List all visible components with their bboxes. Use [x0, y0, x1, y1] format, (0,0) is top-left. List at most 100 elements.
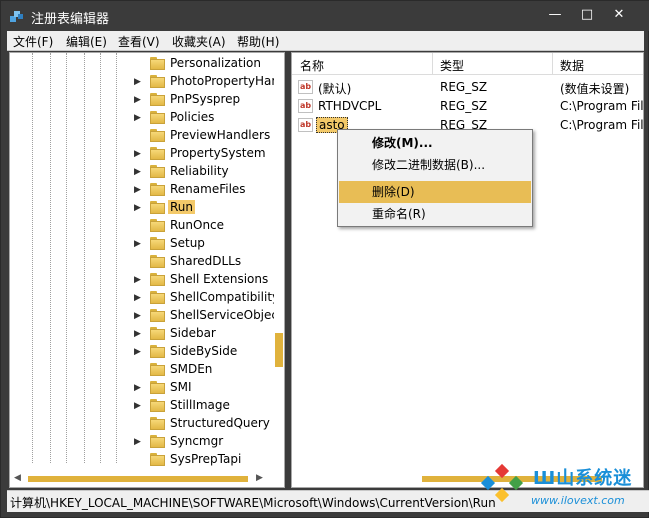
tree-item-label: SideBySide [170, 344, 238, 358]
menu-bar: 文件(F) 编辑(E) 查看(V) 收藏夹(A) 帮助(H) [7, 31, 644, 51]
tree-guide-line [50, 53, 51, 463]
tree-item[interactable]: ▶ Setup [134, 235, 284, 253]
tree-item[interactable]: StructuredQuery [134, 415, 284, 433]
tree-item[interactable]: SMDEn [134, 361, 284, 379]
menu-favorites[interactable]: 收藏夹(A) [172, 33, 226, 50]
tree-item-selected[interactable]: ▶ Run [134, 199, 284, 217]
expand-arrow-icon[interactable]: ▶ [134, 274, 142, 286]
expand-arrow-icon[interactable]: ▶ [134, 184, 142, 196]
registry-tree[interactable]: Personalization ▶ PhotoPropertyHan ▶ PnPSysp… [9, 52, 285, 488]
column-divider[interactable] [432, 53, 433, 75]
menu-file[interactable]: 文件(F) [13, 33, 53, 50]
folder-icon [150, 57, 165, 70]
tree-item-label: Reliability [170, 164, 229, 178]
tree-item[interactable]: ▶ PropertySystem [134, 145, 284, 163]
menu-item-modify-binary[interactable]: 修改二进制数据(B)... [339, 154, 531, 176]
value-data: (数值未设置) [560, 82, 630, 96]
tree-vertical-scrollbar[interactable] [274, 53, 284, 467]
tree-guide-line [32, 53, 33, 463]
expand-arrow-icon[interactable]: ▶ [134, 436, 142, 448]
tree-item[interactable]: ▶ Syncmgr [134, 433, 284, 451]
column-header-name[interactable]: 名称 [300, 57, 324, 74]
expand-arrow-icon[interactable]: ▶ [134, 112, 142, 124]
menu-item-modify[interactable]: 修改(M)... [339, 132, 531, 154]
expand-arrow-icon[interactable]: ▶ [134, 400, 142, 412]
tree-guide-line [100, 53, 101, 463]
tree-item[interactable]: ▶ ShellServiceObjectI [134, 307, 284, 325]
tree-item[interactable]: ▶ Shell Extensions [134, 271, 284, 289]
list-row[interactable]: ab RTHDVCPL REG_SZ C:\Program File [292, 97, 644, 116]
tree-item[interactable]: Personalization [134, 55, 284, 73]
value-data: C:\Program File [560, 118, 644, 132]
tree-item[interactable]: ▶ StillImage [134, 397, 284, 415]
tree-item-label: SysPrepTapi [170, 452, 242, 466]
tree-vertical-scroll-thumb[interactable] [275, 333, 283, 367]
folder-icon [150, 435, 165, 448]
scroll-right-icon[interactable]: ▶ [256, 473, 263, 483]
folder-icon [150, 201, 165, 214]
menu-view[interactable]: 查看(V) [118, 33, 160, 50]
tree-item-label: ShellServiceObjectI [170, 308, 285, 322]
tree-item[interactable]: ▶ Reliability [134, 163, 284, 181]
tree-item[interactable]: RunOnce [134, 217, 284, 235]
value-name: (默认) [318, 82, 352, 96]
window-title: 注册表编辑器 [31, 12, 110, 27]
tree-item[interactable]: PreviewHandlers [134, 127, 284, 145]
watermark-url: www.ilovext.com [531, 494, 625, 507]
column-divider[interactable] [552, 53, 553, 75]
menu-help[interactable]: 帮助(H) [237, 33, 279, 50]
column-header-type[interactable]: 类型 [440, 57, 464, 74]
tree-item[interactable]: ▶ SideBySide [134, 343, 284, 361]
folder-icon [150, 147, 165, 160]
tree-item[interactable]: ▶ Sidebar [134, 325, 284, 343]
expand-arrow-icon[interactable]: ▶ [134, 310, 142, 322]
expand-arrow-icon[interactable]: ▶ [134, 292, 142, 304]
tree-item-label: Setup [170, 236, 205, 250]
minimize-button[interactable]: — [541, 5, 569, 25]
tree-item[interactable]: SysPrepTapi [134, 451, 284, 469]
tree-item-label: Syncmgr [170, 434, 224, 448]
expand-arrow-icon[interactable]: ▶ [134, 148, 142, 160]
scroll-left-icon[interactable]: ◀ [14, 473, 21, 483]
tree-item-label: Run [168, 200, 196, 214]
folder-icon [150, 75, 165, 88]
expand-arrow-icon[interactable]: ▶ [134, 346, 142, 358]
tree-guide-line [84, 53, 85, 463]
folder-icon [150, 309, 165, 322]
folder-icon [150, 291, 165, 304]
expand-arrow-icon[interactable]: ▶ [134, 238, 142, 250]
tree-item[interactable]: ▶ ShellCompatibility [134, 289, 284, 307]
tree-item-label: Shell Extensions [170, 272, 269, 286]
expand-arrow-icon[interactable]: ▶ [134, 166, 142, 178]
tree-item-label: StructuredQuery [170, 416, 270, 430]
tree-item[interactable]: ▶ PhotoPropertyHan [134, 73, 284, 91]
tree-item[interactable]: ▶ RenameFiles [134, 181, 284, 199]
tree-horizontal-scrollbar[interactable]: ◀ ▶ [10, 473, 268, 485]
expand-arrow-icon[interactable]: ▶ [134, 382, 142, 394]
list-header: 名称 类型 数据 [292, 53, 643, 75]
menu-item-delete[interactable]: 删除(D) [339, 181, 531, 203]
site-watermark: Ш山系统迷 www.ilovext.com [471, 456, 649, 518]
menu-item-rename[interactable]: 重命名(R) [339, 203, 531, 225]
folder-icon [150, 111, 165, 124]
maximize-button[interactable]: □ [573, 5, 601, 25]
expand-arrow-icon[interactable]: ▶ [134, 328, 142, 340]
close-button[interactable]: ✕ [605, 5, 633, 25]
tree-item-label: PreviewHandlers [170, 128, 271, 142]
values-list[interactable]: 名称 类型 数据 ab (默认) REG_SZ (数值未设置) ab RTHDV… [291, 52, 644, 488]
expand-arrow-icon[interactable]: ▶ [134, 94, 142, 106]
expand-arrow-icon[interactable]: ▶ [134, 202, 142, 214]
tree-horizontal-scroll-thumb[interactable] [28, 476, 248, 482]
column-header-data[interactable]: 数据 [560, 57, 584, 74]
tree-item[interactable]: SharedDLLs [134, 253, 284, 271]
tree-item-label: Personalization [170, 56, 261, 70]
value-data: C:\Program File [560, 99, 644, 113]
list-row[interactable]: ab (默认) REG_SZ (数值未设置) [292, 78, 643, 97]
value-name: RTHDVCPL [318, 99, 382, 113]
context-menu: 修改(M)... 修改二进制数据(B)... 删除(D) 重命名(R) [337, 129, 533, 227]
expand-arrow-icon[interactable]: ▶ [134, 76, 142, 88]
tree-item[interactable]: ▶ PnPSysprep [134, 91, 284, 109]
tree-item[interactable]: ▶ SMI [134, 379, 284, 397]
menu-edit[interactable]: 编辑(E) [66, 33, 107, 50]
tree-item[interactable]: ▶ Policies [134, 109, 284, 127]
